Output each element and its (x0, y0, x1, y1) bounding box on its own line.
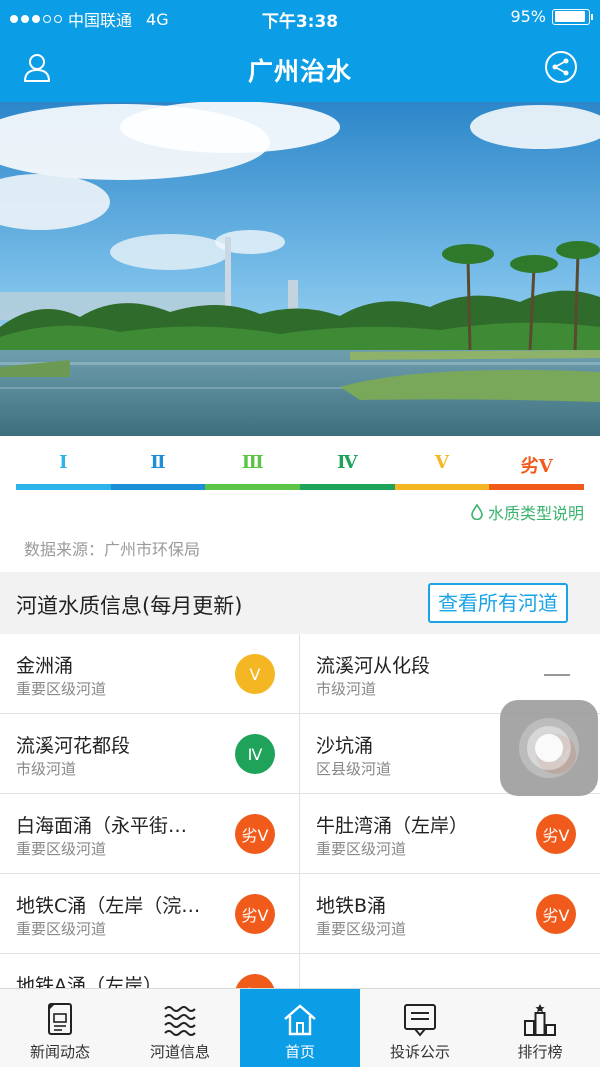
river-name: 金洲涌 (16, 655, 74, 677)
river-name: 沙坑涌 (316, 735, 374, 757)
scale-bar-1 (16, 484, 111, 490)
home-icon (284, 1004, 316, 1036)
water-grade-badge: 劣Ⅴ (235, 974, 275, 988)
water-grade-badge: Ⅴ (235, 654, 275, 694)
river-name: 地铁B涌 (316, 895, 387, 917)
water-grade-badge: 劣Ⅴ (235, 814, 275, 854)
river-level: 重要区级河道 (16, 920, 107, 938)
battery-percent: 95% (510, 7, 546, 26)
tab-news[interactable]: 新闻动态 (0, 989, 120, 1067)
river-name: 牛肚湾涌（左岸） (316, 815, 469, 837)
status-bar: 中国联通 4G 下午3:38 95% (0, 0, 600, 34)
battery-icon (552, 8, 593, 25)
scale-bar-4 (300, 484, 395, 490)
scale-label-2: Ⅱ (150, 452, 166, 473)
river-level: 重要区级河道 (316, 920, 407, 938)
scale-label-3: Ⅲ (241, 452, 264, 473)
tab-label: 新闻动态 (29, 1043, 90, 1061)
no-grade-dash (544, 674, 570, 676)
share-icon (545, 51, 577, 83)
page-title: 广州治水 (247, 57, 352, 86)
water-drop-icon (471, 504, 483, 520)
river-list-item[interactable]: 牛肚湾涌（左岸） 重要区级河道 劣Ⅴ (300, 794, 600, 874)
legend-link-label: 水质类型说明 (487, 504, 584, 523)
river-section-header: 河道水质信息(每月更新) 查看所有河道 (0, 572, 600, 634)
river-list: 金洲涌重要区级河道Ⅴ流溪河从化段市级河道流溪河花都段市级河道Ⅳ沙坑涌区县级河道劣… (0, 634, 600, 988)
river-level: 市级河道 (16, 760, 77, 778)
water-quality-scale: Ⅰ Ⅱ Ⅲ Ⅳ Ⅴ 劣Ⅴ (16, 452, 585, 490)
river-level: 重要区级河道 (16, 840, 107, 858)
river-level: 重要区级河道 (16, 680, 107, 698)
water-grade-badge: 劣Ⅴ (536, 894, 576, 934)
tab-label: 首页 (284, 1043, 315, 1061)
tab-label: 河道信息 (149, 1043, 210, 1061)
scale-bar-6 (489, 484, 585, 490)
scale-label-6: 劣Ⅴ (520, 456, 553, 477)
share-button[interactable] (544, 50, 578, 84)
complaint-icon (404, 1004, 436, 1037)
tab-label: 排行榜 (517, 1043, 563, 1061)
tab-ranking[interactable]: 排行榜 (480, 989, 600, 1067)
river-list-item[interactable]: 白海面涌（永平街… 重要区级河道 劣Ⅴ (0, 794, 300, 874)
view-all-rivers-button[interactable]: 查看所有河道 (428, 583, 568, 623)
ranking-icon (524, 1004, 556, 1036)
river-level: 重要区级河道 (316, 840, 407, 858)
tab-label: 投诉公示 (389, 1043, 450, 1061)
scale-label-5: Ⅴ (435, 452, 449, 473)
river-name: 地铁C涌（左岸（浣… (16, 895, 201, 917)
scale-bar-2 (110, 484, 206, 490)
water-grade-badge: 劣Ⅴ (536, 814, 576, 854)
river-name: 流溪河从化段 (316, 655, 431, 677)
hero-banner-image[interactable] (0, 102, 600, 436)
river-list-item[interactable]: 地铁C涌（左岸（浣… 重要区级河道 劣Ⅴ (0, 874, 300, 954)
news-icon (48, 1003, 72, 1035)
bottom-tab-bar: 新闻动态 河道信息 首页 投诉公示 排行榜 (0, 988, 600, 1067)
river-list-item[interactable] (300, 954, 600, 988)
water-grade-badge: 劣Ⅴ (235, 894, 275, 934)
top-bar: 中国联通 4G 下午3:38 95% 广州治水 (0, 0, 600, 102)
river-list-item[interactable]: 流溪河花都段市级河道 Ⅳ (0, 714, 300, 794)
river-list-item[interactable]: 地铁A涌（左岸） 劣Ⅴ (0, 954, 300, 988)
river-name: 地铁A涌（左岸） (16, 975, 162, 988)
assistive-touch-button[interactable] (500, 700, 598, 796)
scale-label-4: Ⅳ (337, 452, 358, 473)
tab-home[interactable]: 首页 (240, 989, 360, 1067)
river-name: 流溪河花都段 (16, 735, 131, 757)
water-grade-badge: Ⅳ (235, 734, 275, 774)
river-name: 白海面涌（永平街… (16, 815, 188, 837)
river-list-item[interactable]: 金洲涌重要区级河道 Ⅴ (0, 634, 300, 714)
river-list-item[interactable]: 地铁B涌重要区级河道 劣Ⅴ (300, 874, 600, 954)
scale-bar-3 (205, 484, 301, 490)
scale-label-1: Ⅰ (59, 452, 68, 473)
section-title: 河道水质信息(每月更新) (16, 594, 243, 618)
waves-icon (164, 1006, 196, 1036)
river-level: 市级河道 (316, 680, 377, 698)
data-source-text: 数据来源：广州市环保局 (24, 540, 201, 559)
scale-bar-5 (394, 484, 490, 490)
tab-complaint[interactable]: 投诉公示 (360, 989, 480, 1067)
tab-waves[interactable]: 河道信息 (120, 989, 240, 1067)
river-level: 区县级河道 (316, 760, 392, 778)
water-quality-legend-link[interactable]: 水质类型说明 (470, 500, 584, 524)
